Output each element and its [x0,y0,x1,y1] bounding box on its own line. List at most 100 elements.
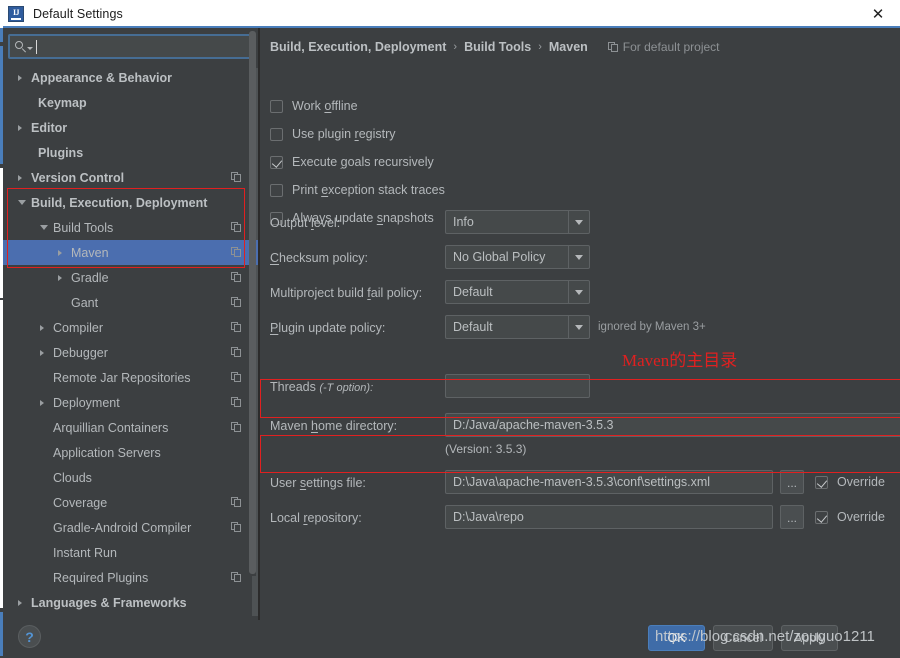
checkbox-box[interactable] [270,99,283,113]
sidebar-item-maven[interactable]: Maven [3,240,259,265]
chevron-right-icon[interactable] [18,74,22,81]
breadcrumb-item-0[interactable]: Build, Execution, Deployment [270,40,446,54]
breadcrumb-separator: › [538,41,542,53]
sidebar-item-plugins[interactable]: Plugins [3,140,259,165]
window-title: Default Settings [33,7,123,21]
sidebar-item-label: Maven [71,245,109,260]
copy-icon [231,272,242,283]
local-repository-input[interactable]: D:\Java\repo [445,505,773,529]
sidebar-item-coverage[interactable]: Coverage [3,490,259,515]
chevron-right-icon[interactable] [40,349,44,356]
sidebar-item-instant-run[interactable]: Instant Run [3,540,259,565]
search-input[interactable] [37,39,251,54]
sidebar-item-version-control[interactable]: Version Control [3,165,259,190]
label-multiproject-build-fail-policy: Multiproject build fail policy: [270,286,423,300]
breadcrumb-item-1[interactable]: Build Tools [464,40,531,54]
user-settings-browse-button[interactable]: ... [780,470,804,494]
sidebar-item-arquillian-containers[interactable]: Arquillian Containers [3,415,259,440]
sidebar-item-gant[interactable]: Gant [3,290,259,315]
sidebar-item-build-execution-deployment[interactable]: Build, Execution, Deployment [3,190,259,215]
threads-label: Threads (-T option): [270,380,374,394]
sidebar-item-remote-jar-repositories[interactable]: Remote Jar Repositories [3,365,259,390]
chevron-down-icon[interactable] [568,316,589,338]
combo-plugin-update-policy[interactable]: Default [445,315,590,339]
sidebar-item-build-tools[interactable]: Build Tools [3,215,259,240]
checkbox-use-plugin-registry[interactable]: Use plugin registry [270,127,396,141]
user-settings-input[interactable]: D:\Java\apache-maven-3.5.3\conf\settings… [445,470,773,494]
sidebar-item-label: Editor [31,120,68,135]
threads-input[interactable] [445,374,590,398]
chevron-right-icon[interactable] [18,174,22,181]
chevron-right-icon[interactable] [18,599,22,606]
sidebar-item-debugger[interactable]: Debugger [3,340,259,365]
checkbox-execute-goals-recursively[interactable]: Execute goals recursively [270,155,434,169]
sidebar-item-appearance-behavior[interactable]: Appearance & Behavior [3,65,259,90]
settings-dialog: IJ Default Settings ✕ Appearance & Behav… [0,0,900,658]
user-settings-label: User settings file: [270,476,366,490]
local-repository-row: Local repository: [270,511,362,525]
user-settings-override[interactable]: Override [815,475,885,489]
label-output-level: Output level: [270,216,341,230]
sidebar-item-application-servers[interactable]: Application Servers [3,440,259,465]
checkbox-box[interactable] [270,155,283,169]
sidebar-item-label: Gant [71,295,99,310]
sidebar-item-compiler[interactable]: Compiler [3,315,259,340]
checkbox-label: Work offline [292,99,358,113]
copy-icon [231,322,242,333]
combo-checksum-policy[interactable]: No Global Policy [445,245,590,269]
sidebar-scrollbar[interactable] [249,31,256,576]
sidebar-item-label: Version Control [31,170,125,185]
sidebar-item-languages-frameworks[interactable]: Languages & Frameworks [3,590,259,615]
sidebar-item-gradle[interactable]: Gradle [3,265,259,290]
close-icon[interactable]: ✕ [856,0,900,28]
sidebar-item-clouds[interactable]: Clouds [3,465,259,490]
sidebar-item-label: Debugger [53,345,108,360]
checkbox-work-offline[interactable]: Work offline [270,99,358,113]
copy-icon [231,222,242,233]
copy-icon [607,41,619,53]
combo-multiproject-build-fail-policy[interactable]: Default [445,280,590,304]
checkbox-box[interactable] [270,127,283,141]
sidebar-item-keymap[interactable]: Keymap [3,90,259,115]
chevron-down-icon[interactable] [568,211,589,233]
breadcrumb-item-2[interactable]: Maven [549,40,588,54]
override-label: Override [837,510,885,524]
chevron-right-icon[interactable] [18,124,22,131]
checkbox-print-exception-stack-traces[interactable]: Print exception stack traces [270,183,445,197]
annotation-text: Maven的主目录 [622,351,738,370]
breadcrumb: Build, Execution, Deployment › Build Too… [270,40,720,54]
user-settings-row: User settings file: [270,476,366,490]
maven-home-combo[interactable]: D:/Java/apache-maven-3.5.3 [445,413,900,437]
chevron-right-icon[interactable] [58,249,62,256]
sidebar-item-required-plugins[interactable]: Required Plugins [3,565,259,590]
project-scope-text: For default project [622,40,720,54]
copy-icon [231,172,242,183]
sidebar-item-gradle-android-compiler[interactable]: Gradle-Android Compiler [3,515,259,540]
sidebar-item-deployment[interactable]: Deployment [3,390,259,415]
chevron-down-icon[interactable] [27,46,33,50]
local-repository-override[interactable]: Override [815,510,885,524]
copy-icon [231,247,242,258]
chevron-down-icon[interactable] [568,246,589,268]
copy-icon [231,372,242,383]
local-repository-browse-button[interactable]: ... [780,505,804,529]
override-checkbox[interactable] [815,475,828,489]
sidebar-item-label: Arquillian Containers [53,420,169,435]
checkbox-box[interactable] [270,183,283,197]
combo-output-level[interactable]: Info [445,210,590,234]
chevron-down-icon[interactable] [568,281,589,303]
help-button[interactable]: ? [18,625,41,648]
sidebar-item-editor[interactable]: Editor [3,115,259,140]
chevron-right-icon[interactable] [58,274,62,281]
chevron-down-icon[interactable] [40,225,48,230]
watermark-overlay: https://blog.csdn.net/zouguo1211 [655,628,875,645]
search-field-wrapper[interactable] [8,34,253,59]
override-checkbox[interactable] [815,510,828,524]
chevron-right-icon[interactable] [40,399,44,406]
sidebar-item-label: Required Plugins [53,570,149,585]
chevron-right-icon[interactable] [40,324,44,331]
sidebar-item-label: Remote Jar Repositories [53,370,191,385]
chevron-down-icon[interactable] [18,200,26,205]
sidebar-item-label: Plugins [38,145,84,160]
sidebar-item-label: Compiler [53,320,104,335]
